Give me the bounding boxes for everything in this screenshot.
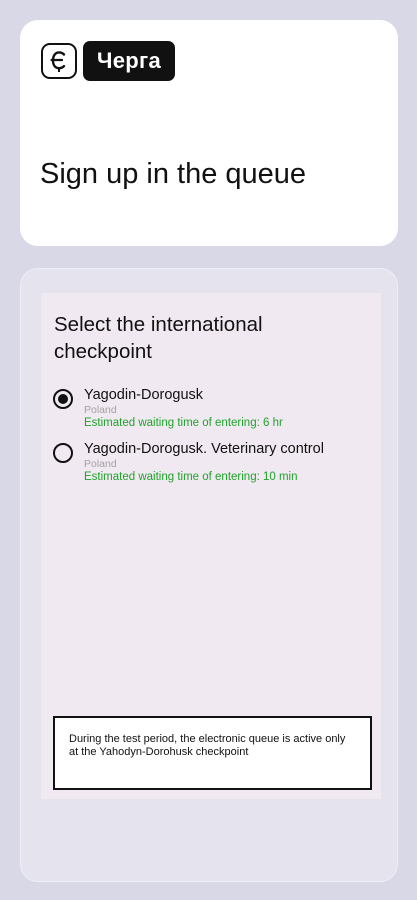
- checkpoint-option-veterinary-control[interactable]: Yagodin-Dorogusk. Veterinary control Pol…: [53, 440, 383, 494]
- option-text: Yagodin-Dorogusk. Veterinary control Pol…: [84, 440, 384, 485]
- main-card: Select the international checkpoint Yago…: [20, 268, 398, 882]
- option-country: Poland: [84, 458, 117, 470]
- option-name: Yagodin-Dorogusk. Veterinary control: [84, 441, 324, 457]
- checkpoint-option-yagodin-dorogusk[interactable]: Yagodin-Dorogusk Poland Estimated waitin…: [53, 386, 383, 440]
- option-wait-time: Estimated waiting time of entering: 6 hr: [84, 417, 283, 429]
- option-name: Yagodin-Dorogusk: [84, 387, 204, 403]
- radio-button-selected[interactable]: [53, 389, 73, 409]
- checkpoint-options: Yagodin-Dorogusk Poland Estimated waitin…: [53, 386, 383, 494]
- info-notice: During the test period, the electronic q…: [53, 716, 372, 790]
- checkpoint-panel: Select the international checkpoint Yago…: [41, 293, 381, 799]
- logo: Черга: [41, 41, 176, 81]
- option-text: Yagodin-Dorogusk Poland Estimated waitin…: [84, 386, 384, 431]
- option-wait-time: Estimated waiting time of entering: 10 m…: [84, 471, 298, 483]
- header-card: Черга Sign up in the queue: [20, 20, 398, 246]
- option-country: Poland: [84, 404, 117, 416]
- logo-badge: Черга: [83, 41, 176, 81]
- radio-button[interactable]: [53, 443, 73, 463]
- section-title: Select the international checkpoint: [54, 313, 263, 363]
- hryvnia-e-icon: [41, 43, 77, 79]
- page-title: Sign up in the queue: [40, 158, 307, 190]
